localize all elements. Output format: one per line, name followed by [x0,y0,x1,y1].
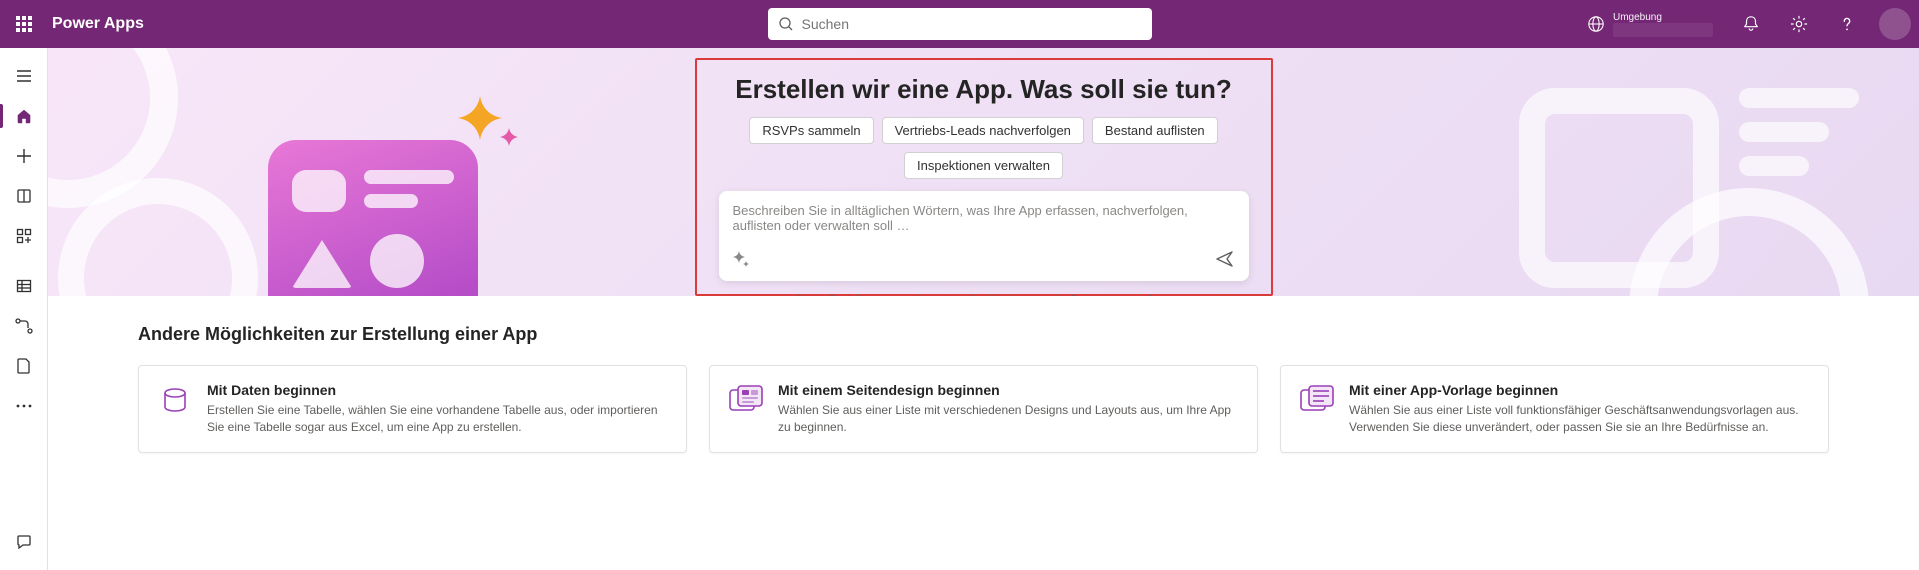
app-header: Power Apps Umgebung [0,0,1919,48]
table-icon [16,278,32,294]
sidebar-item-flows[interactable] [0,306,48,346]
chip-leads[interactable]: Vertriebs-Leads nachverfolgen [882,117,1084,144]
notifications-button[interactable] [1727,0,1775,48]
send-icon[interactable] [1215,249,1235,269]
sidebar-item-more[interactable] [0,386,48,426]
chip-inventory[interactable]: Bestand auflisten [1092,117,1218,144]
sparkle-action-icon[interactable] [733,251,749,267]
chip-rsvps[interactable]: RSVPs sammeln [749,117,873,144]
search-icon [778,16,794,32]
sidebar-item-tables[interactable] [0,266,48,306]
sidebar-hamburger[interactable] [0,56,48,96]
more-icon [16,404,32,408]
page-icon [17,358,31,374]
copilot-prompt-placeholder[interactable]: Beschreiben Sie in alltäglichen Wörtern,… [733,203,1235,239]
card-title: Mit einem Seitendesign beginnen [778,382,1239,398]
chat-icon [16,534,32,550]
other-ways-title: Andere Möglichkeiten zur Erstellung eine… [138,324,1829,345]
app-launcher-button[interactable] [0,0,48,48]
search-box[interactable] [768,8,1152,40]
sidebar-item-create[interactable] [0,136,48,176]
layout-icon [728,382,764,418]
other-ways-cards: Mit Daten beginnen Erstellen Sie eine Ta… [138,365,1829,453]
environment-picker[interactable]: Umgebung [1573,0,1727,48]
book-icon [16,188,32,204]
plus-icon [16,148,32,164]
card-title: Mit einer App-Vorlage beginnen [1349,382,1810,398]
help-button[interactable] [1823,0,1871,48]
hero-decoration-left [88,48,508,296]
apps-icon [16,228,32,244]
sidebar-item-apps[interactable] [0,216,48,256]
hero-decoration-right [1459,48,1879,296]
environment-name [1613,23,1713,37]
flow-icon [15,318,33,334]
suggestion-chips: RSVPs sammeln Vertriebs-Leads nachverfol… [713,117,1255,179]
sparkle-small-icon [500,128,518,146]
data-icon [157,382,193,418]
card-start-with-data[interactable]: Mit Daten beginnen Erstellen Sie eine Ta… [138,365,687,453]
sidebar-item-home[interactable] [0,96,48,136]
card-desc: Erstellen Sie eine Tabelle, wählen Sie e… [207,402,668,436]
help-icon [1838,15,1856,33]
card-start-with-design[interactable]: Mit einem Seitendesign beginnen Wählen S… [709,365,1258,453]
settings-button[interactable] [1775,0,1823,48]
home-icon [15,107,33,125]
other-ways-section: Andere Möglichkeiten zur Erstellung eine… [48,296,1919,453]
template-icon [1299,382,1335,418]
app-title: Power Apps [52,15,144,33]
terms-link[interactable]: Nutzungsbedingungen anzeigen [1006,295,1171,296]
copilot-create-panel: Erstellen wir eine App. Was soll sie tun… [695,58,1273,296]
waffle-icon [16,16,32,32]
chip-inspections[interactable]: Inspektionen verwalten [904,152,1063,179]
hero-title: Erstellen wir eine App. Was soll sie tun… [735,74,1232,105]
bell-icon [1742,15,1760,33]
card-title: Mit Daten beginnen [207,382,668,398]
card-desc: Wählen Sie aus einer Liste voll funktion… [1349,402,1810,436]
search-container [768,8,1152,40]
sparkle-icon [458,96,502,140]
ai-disclaimer: Diese Funktion verwendet generative KI. … [796,295,1171,296]
sidebar-item-virtual-agent[interactable] [0,522,48,562]
sidebar-item-learn[interactable] [0,176,48,216]
header-right: Umgebung [1573,0,1919,48]
card-desc: Wählen Sie aus einer Liste mit verschied… [778,402,1239,436]
hero-banner: Erstellen wir eine App. Was soll sie tun… [48,48,1919,296]
copilot-prompt-box[interactable]: Beschreiben Sie in alltäglichen Wörtern,… [719,191,1249,281]
hamburger-icon [16,68,32,84]
environment-label: Umgebung [1613,12,1713,23]
search-input[interactable] [802,16,1142,32]
gear-icon [1790,15,1808,33]
sidebar-item-solutions[interactable] [0,346,48,386]
environment-icon [1587,15,1605,33]
card-start-with-template[interactable]: Mit einer App-Vorlage beginnen Wählen Si… [1280,365,1829,453]
main-layout: Erstellen wir eine App. Was soll sie tun… [0,48,1919,570]
content-area: Erstellen wir eine App. Was soll sie tun… [48,48,1919,570]
hero-phone-illustration [268,140,478,296]
user-avatar[interactable] [1879,8,1911,40]
sidebar [0,48,48,570]
